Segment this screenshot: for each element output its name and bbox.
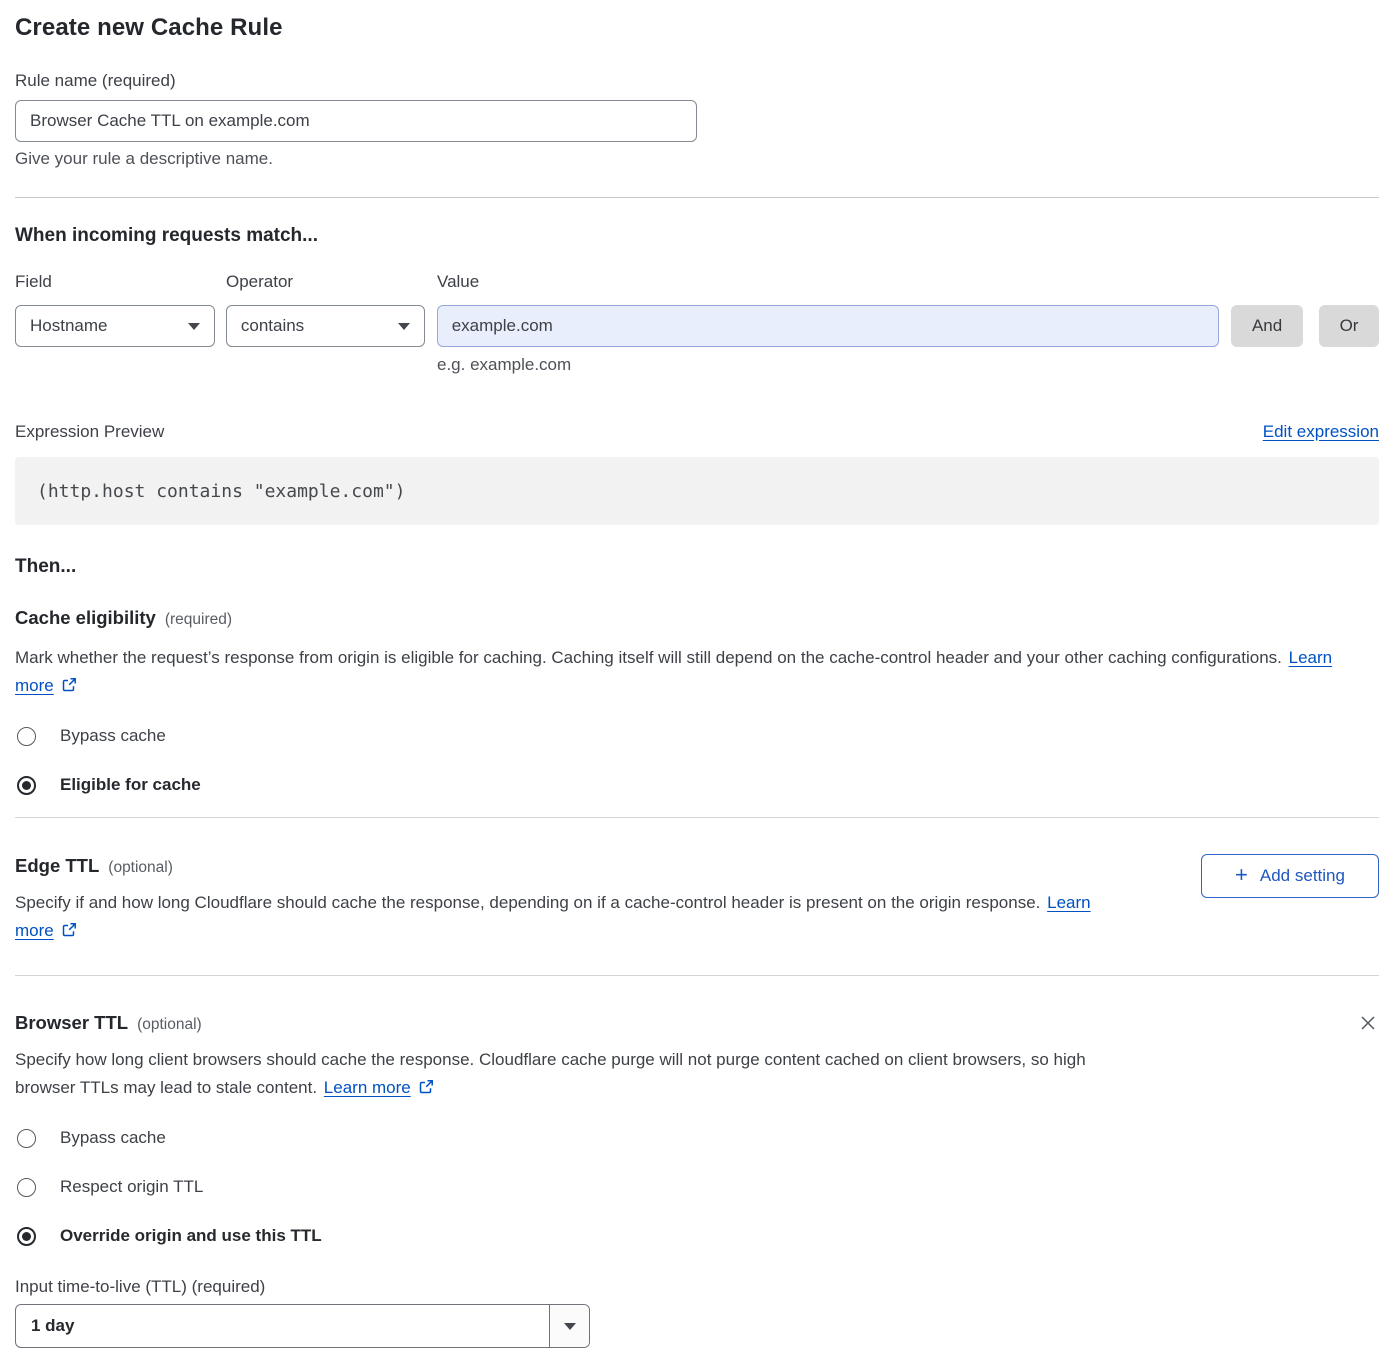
edge-ttl-title: Edge TTL xyxy=(15,854,99,878)
radio-option-label: Bypass cache xyxy=(60,725,166,747)
chevron-down-icon xyxy=(564,1323,576,1330)
add-setting-button[interactable]: + Add setting xyxy=(1201,854,1379,898)
radio-option-override-origin-ttl[interactable]: Override origin and use this TTL xyxy=(15,1225,1379,1247)
cache-eligibility-title: Cache eligibility xyxy=(15,606,156,630)
plus-icon: + xyxy=(1235,864,1248,886)
browser-ttl-description: Specify how long client browsers should … xyxy=(15,1046,1105,1104)
match-labels-row: Field Operator Value xyxy=(15,271,1379,293)
rule-name-help: Give your rule a descriptive name. xyxy=(15,149,1379,169)
browser-ttl-section: Browser TTL (optional) Specify how long … xyxy=(15,976,1379,1104)
radio-option-bypass-cache-browser[interactable]: Bypass cache xyxy=(15,1127,1379,1149)
external-link-icon xyxy=(418,1076,434,1104)
rule-name-label: Rule name (required) xyxy=(15,70,1379,92)
expression-code-text: (http.host contains "example.com") xyxy=(37,481,405,502)
edge-ttl-section: Edge TTL (optional) Specify if and how l… xyxy=(15,818,1379,947)
radio-option-label: Bypass cache xyxy=(60,1127,166,1149)
radio-unchecked-icon[interactable] xyxy=(17,727,36,746)
or-button[interactable]: Or xyxy=(1319,305,1379,347)
external-link-icon xyxy=(61,919,77,947)
description-text: Specify if and how long Cloudflare shoul… xyxy=(15,893,1040,912)
value-help: e.g. example.com xyxy=(437,355,1379,375)
operator-select-value: contains xyxy=(241,316,304,336)
radio-checked-icon[interactable] xyxy=(17,1227,36,1246)
required-badge: (required) xyxy=(165,611,232,629)
description-text: Specify how long client browsers should … xyxy=(15,1050,1086,1097)
create-cache-rule-form: Create new Cache Rule Rule name (require… xyxy=(15,13,1379,1348)
learn-more-link[interactable]: Learn more xyxy=(324,1078,411,1097)
page-title: Create new Cache Rule xyxy=(15,13,1379,43)
add-setting-label: Add setting xyxy=(1260,866,1345,886)
edge-ttl-title-row: Edge TTL (optional) xyxy=(15,854,1201,878)
field-select[interactable]: Hostname xyxy=(15,305,215,347)
cache-eligibility-description: Mark whether the request’s response from… xyxy=(15,644,1360,702)
chevron-down-icon xyxy=(188,323,200,330)
value-label: Value xyxy=(437,271,479,293)
browser-ttl-title: Browser TTL xyxy=(15,1011,128,1035)
value-input[interactable] xyxy=(437,305,1219,347)
radio-unchecked-icon[interactable] xyxy=(17,1129,36,1148)
field-label: Field xyxy=(15,271,226,293)
close-icon xyxy=(1358,1013,1378,1036)
remove-browser-ttl-button[interactable] xyxy=(1357,1013,1379,1035)
browser-ttl-title-row: Browser TTL (optional) xyxy=(15,1011,1357,1035)
edit-expression-link[interactable]: Edit expression xyxy=(1263,422,1379,442)
ttl-select-value: 1 day xyxy=(16,1305,549,1347)
radio-option-respect-origin-ttl[interactable]: Respect origin TTL xyxy=(15,1176,1379,1198)
operator-select[interactable]: contains xyxy=(226,305,425,347)
description-text: Mark whether the request’s response from… xyxy=(15,648,1282,667)
optional-badge: (optional) xyxy=(108,859,173,877)
match-controls-row: Hostname contains And Or xyxy=(15,305,1379,347)
radio-option-label: Eligible for cache xyxy=(60,774,201,796)
radio-checked-icon[interactable] xyxy=(17,776,36,795)
expression-preview-label: Expression Preview xyxy=(15,421,164,443)
rule-name-input[interactable] xyxy=(15,100,697,142)
expression-row: Expression Preview Edit expression xyxy=(15,421,1379,443)
and-button[interactable]: And xyxy=(1231,305,1303,347)
match-heading: When incoming requests match... xyxy=(15,224,1379,248)
ttl-input-label: Input time-to-live (TTL) (required) xyxy=(15,1276,1379,1298)
field-select-value: Hostname xyxy=(30,316,107,336)
radio-option-bypass-cache[interactable]: Bypass cache xyxy=(15,725,1379,747)
edge-ttl-description: Specify if and how long Cloudflare shoul… xyxy=(15,889,1120,947)
radio-option-eligible-for-cache[interactable]: Eligible for cache xyxy=(15,774,1379,796)
optional-badge: (optional) xyxy=(137,1016,202,1034)
chevron-down-icon xyxy=(398,323,410,330)
radio-option-label: Respect origin TTL xyxy=(60,1176,203,1198)
ttl-select[interactable]: 1 day xyxy=(15,1304,590,1348)
radio-unchecked-icon[interactable] xyxy=(17,1178,36,1197)
radio-option-label: Override origin and use this TTL xyxy=(60,1225,322,1247)
cache-eligibility-title-row: Cache eligibility (required) xyxy=(15,606,1379,630)
operator-label: Operator xyxy=(226,271,437,293)
external-link-icon xyxy=(61,674,77,702)
section-divider xyxy=(15,197,1379,198)
then-heading: Then... xyxy=(15,555,1379,579)
expression-preview-code: (http.host contains "example.com") xyxy=(15,457,1379,525)
ttl-select-arrow[interactable] xyxy=(549,1305,589,1347)
